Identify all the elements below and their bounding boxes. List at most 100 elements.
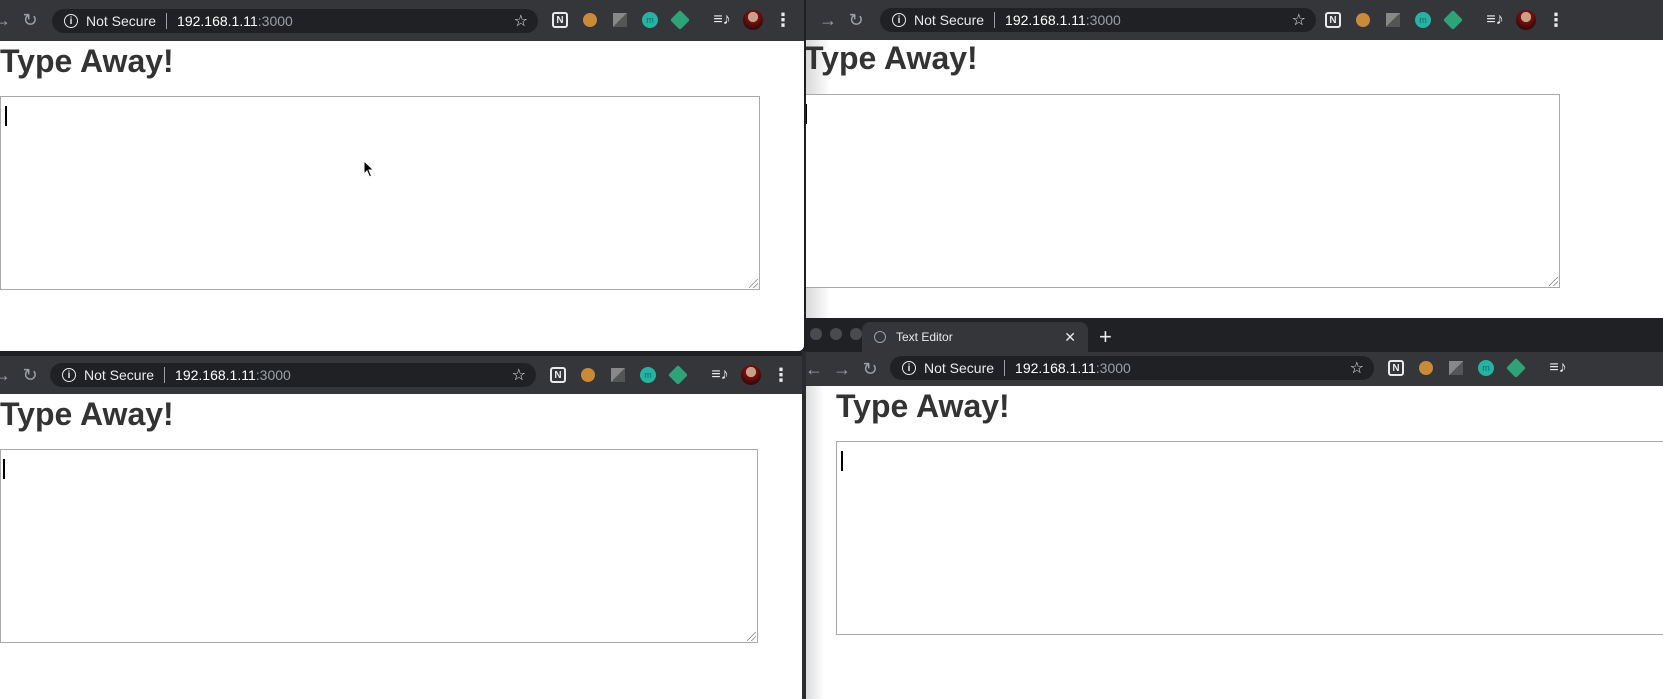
window-divider: [802, 351, 806, 699]
cookie-icon[interactable]: [1416, 358, 1436, 378]
page-content: Type Away!: [806, 40, 1663, 318]
notion-icon[interactable]: N: [1386, 358, 1406, 378]
security-label: Not Secure: [84, 367, 155, 383]
cookie-icon[interactable]: [580, 10, 600, 30]
page-heading: Type Away!: [836, 388, 1010, 424]
address-bar[interactable]: i Not Secure 192.168.1.11:3000 ☆: [52, 9, 538, 33]
forward-icon[interactable]: →: [828, 359, 856, 380]
browser-toolbar: ← → ↻ i Not Secure 192.168.1.11:3000 ☆ N…: [806, 352, 1663, 386]
reload-icon[interactable]: ↻: [16, 365, 44, 386]
notion-icon[interactable]: N: [550, 10, 570, 30]
info-icon[interactable]: i: [64, 14, 78, 28]
separator: [994, 12, 996, 28]
flag-icon[interactable]: [608, 365, 628, 385]
url-host: 192.168.1.11: [177, 13, 258, 29]
separator: [166, 13, 168, 29]
flag-icon[interactable]: [1383, 10, 1403, 30]
profile-avatar[interactable]: [743, 10, 763, 30]
info-icon[interactable]: i: [892, 13, 906, 27]
forward-icon[interactable]: →: [814, 10, 842, 31]
m-extension-icon[interactable]: m: [1413, 10, 1433, 30]
security-label: Not Secure: [914, 12, 985, 28]
profile-avatar[interactable]: [741, 365, 761, 385]
media-queue-icon[interactable]: ≡♪: [1548, 358, 1568, 378]
forward-icon[interactable]: →: [0, 10, 16, 31]
text-editor-area[interactable]: [0, 449, 758, 643]
notion-icon[interactable]: N: [548, 365, 568, 385]
tab-strip: Text Editor ✕ +: [806, 320, 1663, 352]
bookmark-star-icon[interactable]: ☆: [1292, 10, 1306, 30]
back-icon[interactable]: ←: [806, 359, 828, 380]
nav-buttons: → ↻: [814, 0, 870, 40]
media-queue-icon[interactable]: ≡♪: [712, 10, 732, 30]
media-queue-icon[interactable]: ≡♪: [710, 365, 730, 385]
new-tab-button[interactable]: +: [1099, 324, 1112, 350]
url-host: 192.168.1.11: [1015, 360, 1096, 376]
security-label: Not Secure: [86, 13, 157, 29]
url-port: :3000: [255, 367, 291, 383]
mouse-cursor-icon: [363, 160, 375, 178]
separator: [1004, 360, 1006, 376]
bookmark-star-icon[interactable]: ☆: [512, 365, 526, 385]
pin-extension-icon[interactable]: [670, 10, 690, 30]
pin-extension-icon[interactable]: [668, 365, 688, 385]
cookie-icon[interactable]: [1353, 10, 1373, 30]
text-caret: [841, 451, 843, 471]
info-icon[interactable]: i: [62, 368, 76, 382]
menu-icon[interactable]: ⋮: [773, 10, 793, 30]
globe-icon: [874, 331, 886, 343]
cookie-icon[interactable]: [578, 365, 598, 385]
media-queue-icon[interactable]: ≡♪: [1485, 10, 1505, 30]
resize-grip[interactable]: [1549, 277, 1558, 286]
url-host: 192.168.1.11: [1005, 12, 1086, 28]
nav-buttons: ← → ↻: [806, 352, 884, 386]
page-content: Type Away!: [0, 394, 802, 699]
address-bar[interactable]: i Not Secure 192.168.1.11:3000 ☆: [890, 356, 1374, 380]
window-shadow-edge: [806, 386, 824, 699]
address-bar[interactable]: i Not Secure 192.168.1.11:3000 ☆: [880, 8, 1316, 32]
bookmark-star-icon[interactable]: ☆: [1350, 358, 1364, 378]
info-icon[interactable]: i: [902, 361, 916, 375]
text-editor-area[interactable]: [0, 96, 760, 290]
text-caret: [806, 104, 807, 124]
text-editor-area[interactable]: [836, 441, 1663, 635]
url-port: :3000: [1095, 360, 1131, 376]
resize-grip[interactable]: [749, 279, 758, 288]
flag-icon[interactable]: [610, 10, 630, 30]
page-heading: Type Away!: [806, 40, 978, 76]
security-label: Not Secure: [924, 360, 995, 376]
menu-icon[interactable]: ⋮: [771, 365, 791, 385]
m-extension-icon[interactable]: m: [638, 365, 658, 385]
pin-extension-icon[interactable]: [1506, 358, 1526, 378]
nav-buttons: → ↻: [0, 0, 44, 40]
flag-icon[interactable]: [1446, 358, 1466, 378]
window-minimize-dot[interactable]: [830, 328, 842, 340]
reload-icon[interactable]: ↻: [856, 359, 884, 380]
close-tab-icon[interactable]: ✕: [1064, 329, 1076, 346]
reload-icon[interactable]: ↻: [842, 10, 870, 31]
browser-window-bottom-right: Text Editor ✕ + ← → ↻ i Not Secure 192.1…: [806, 320, 1663, 699]
notion-icon[interactable]: N: [1323, 10, 1343, 30]
tab-text-editor[interactable]: Text Editor ✕: [862, 322, 1088, 352]
address-bar[interactable]: i Not Secure 192.168.1.11:3000 ☆: [50, 363, 536, 387]
window-zoom-dot[interactable]: [850, 328, 862, 340]
browser-window-top-right: → ↻ i Not Secure 192.168.1.11:3000 ☆ N m…: [806, 0, 1663, 318]
nav-buttons: → ↻: [0, 356, 44, 394]
forward-icon[interactable]: →: [0, 365, 16, 386]
text-caret: [5, 106, 7, 126]
resize-grip[interactable]: [747, 632, 756, 641]
text-editor-area[interactable]: [806, 94, 1560, 288]
pin-extension-icon[interactable]: [1443, 10, 1463, 30]
page-content: Type Away!: [806, 386, 1663, 699]
browser-window-bottom-left: → ↻ i Not Secure 192.168.1.11:3000 ☆ N m…: [0, 356, 802, 699]
page-heading: Type Away!: [0, 396, 174, 432]
profile-avatar[interactable]: [1516, 10, 1536, 30]
reload-icon[interactable]: ↻: [16, 10, 44, 31]
m-extension-icon[interactable]: m: [1476, 358, 1496, 378]
menu-icon[interactable]: ⋮: [1546, 10, 1566, 30]
window-close-dot[interactable]: [810, 328, 822, 340]
m-extension-icon[interactable]: m: [640, 10, 660, 30]
bookmark-star-icon[interactable]: ☆: [514, 11, 528, 31]
browser-toolbar: → ↻ i Not Secure 192.168.1.11:3000 ☆ N m…: [0, 356, 802, 394]
page-heading: Type Away!: [0, 43, 174, 79]
